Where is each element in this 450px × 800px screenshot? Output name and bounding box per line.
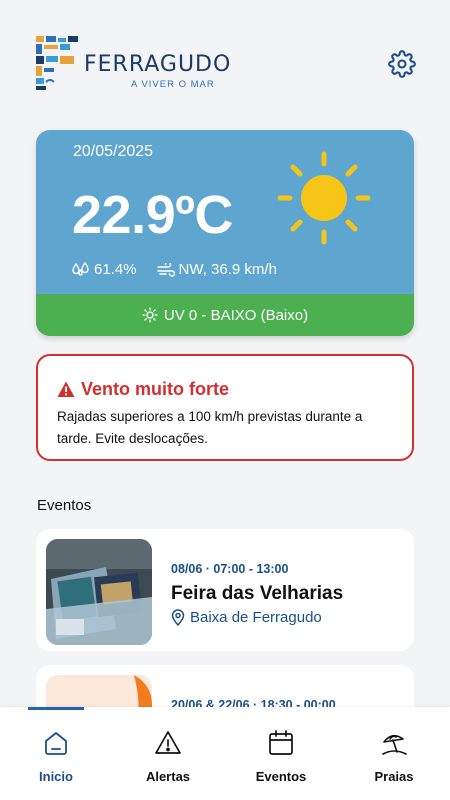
event-image bbox=[46, 539, 152, 645]
nav-tab-inicio[interactable]: Inicio bbox=[0, 707, 112, 800]
nav-tab-praias[interactable]: Praias bbox=[338, 707, 450, 800]
sun-icon bbox=[277, 151, 371, 245]
event-card[interactable]: 08/06 · 07:00 - 13:00 Feira das Velharia… bbox=[36, 529, 414, 651]
weather-date: 20/05/2025 bbox=[73, 143, 154, 160]
humidity-icon bbox=[72, 261, 89, 276]
app-header: FERRAGUDO A VIVER O MAR bbox=[0, 0, 450, 120]
alert-message: Rajadas superiores a 100 km/h previstas … bbox=[57, 409, 363, 446]
nav-tab-eventos[interactable]: Eventos bbox=[225, 707, 337, 800]
uv-index-bar: UV 0 - BAIXO (Baixo) bbox=[36, 294, 414, 336]
brand-name: FERRAGUDO bbox=[84, 52, 232, 77]
nav-label: Eventos bbox=[255, 769, 307, 784]
uv-sun-icon bbox=[142, 307, 158, 323]
bottom-navigation: Inicio Alertas Eventos Praias bbox=[0, 707, 450, 800]
events-section-title: Eventos bbox=[37, 497, 92, 514]
warning-icon bbox=[57, 381, 75, 397]
wind-icon bbox=[156, 262, 175, 277]
event-date: 08/06 · 07:00 - 13:00 bbox=[171, 562, 289, 576]
calendar-icon bbox=[269, 730, 293, 755]
brand-tagline: A VIVER O MAR bbox=[131, 79, 215, 90]
warning-icon bbox=[155, 731, 181, 754]
alert-title: Vento muito forte bbox=[81, 379, 229, 399]
humidity-value: 61.4% bbox=[94, 261, 137, 278]
alert-card[interactable]: Vento muito forte Rajadas superiores a 1… bbox=[36, 354, 414, 461]
location-pin-icon bbox=[171, 609, 185, 626]
uv-label: UV 0 - BAIXO (Baixo) bbox=[163, 306, 309, 324]
nav-tab-alertas[interactable]: Alertas bbox=[112, 707, 224, 800]
event-location-label: Baixa de Ferragudo bbox=[190, 609, 322, 626]
beach-umbrella-icon bbox=[382, 734, 407, 755]
nav-label: Alertas bbox=[145, 769, 191, 784]
home-icon bbox=[45, 732, 67, 755]
ferragudo-logo bbox=[36, 36, 78, 90]
weather-details: 61.4% NW, 36.9 km/h bbox=[72, 261, 277, 278]
nav-label: Praias bbox=[374, 769, 414, 784]
gear-icon[interactable] bbox=[388, 50, 416, 78]
event-title: Feira das Velharias bbox=[171, 583, 344, 604]
alert-heading: Vento muito forte bbox=[57, 379, 229, 400]
event-location: Baixa de Ferragudo bbox=[171, 609, 322, 626]
wind-value: NW, 36.9 km/h bbox=[178, 261, 277, 278]
weather-card[interactable]: 20/05/2025 22.9ºC 61.4% NW, 36.9 km/h UV… bbox=[36, 130, 414, 336]
weather-temperature: 22.9ºC bbox=[72, 185, 233, 245]
nav-label: Inicio bbox=[39, 769, 73, 784]
